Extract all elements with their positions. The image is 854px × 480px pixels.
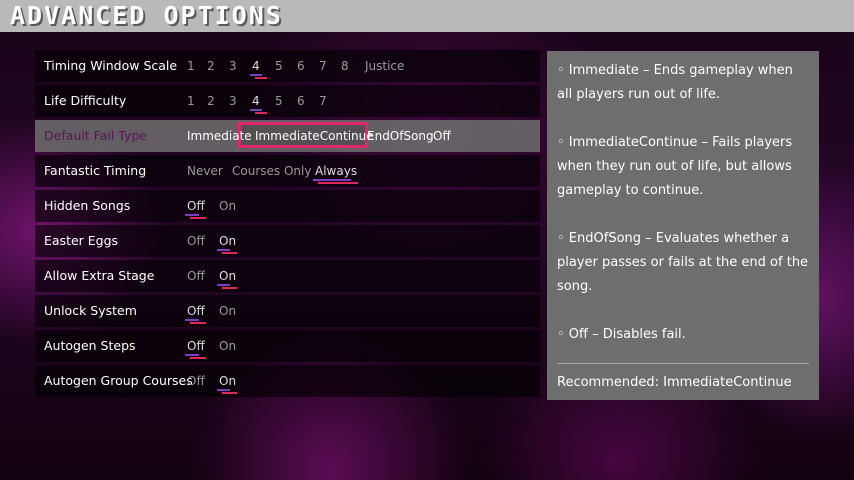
player2-selection-underline [190,357,206,359]
description-paragraph: ◦ Off – Disables fail. [557,327,686,342]
option-choice[interactable]: 5 [275,50,283,82]
option-choice[interactable]: Off [187,365,205,397]
player1-selection-underline [217,389,231,391]
option-label: Default Fail Type [44,128,147,143]
option-choice[interactable]: Off [187,225,205,257]
header-bar: ADVANCED OPTIONS [0,0,854,32]
option-choice[interactable]: 1 [187,85,195,117]
option-label: Autogen Steps [44,338,136,353]
option-choice[interactable]: Never [187,155,223,187]
player1-selection-underline [313,179,352,181]
option-choice[interactable]: Justice [365,50,404,82]
player1-selection-underline [185,319,199,321]
option-label: Timing Window Scale [44,58,178,73]
options-list: Timing Window Scale 1 2 3 4 5 6 7 8 Justice Life D… [35,50,540,400]
option-row-autogen-steps[interactable]: Autogen Steps Off On [35,330,540,362]
description-paragraph: ◦ EndOfSong – Evaluates whether a player… [557,231,809,294]
option-choice[interactable]: On [219,190,236,222]
option-choice[interactable]: ImmediateContinue [255,120,374,152]
description-panel: ◦ Immediate – Ends gameplay when all pla… [547,51,819,400]
player2-selection-underline [222,287,238,289]
player1-selection-underline [185,214,199,216]
player1-selection-underline [250,74,262,76]
screen-title: ADVANCED OPTIONS [10,1,283,30]
player1-selection-underline [217,249,231,251]
player2-selection-underline [190,322,206,324]
player1-selection-underline [217,284,231,286]
option-row-hidden-songs[interactable]: Hidden Songs Off On [35,190,540,222]
option-choice[interactable]: 7 [319,50,327,82]
description-text: ◦ Immediate – Ends gameplay when all pla… [557,59,809,347]
option-choice[interactable]: 6 [297,50,305,82]
option-label: Hidden Songs [44,198,131,213]
player1-selection-underline [185,354,199,356]
option-choice[interactable]: Immediate [187,120,252,152]
player1-selection-underline [250,109,262,111]
player2-selection-underline [255,77,267,79]
option-row-allow-extra-stage[interactable]: Allow Extra Stage Off On [35,260,540,292]
option-choice[interactable]: Off [187,260,205,292]
option-choice[interactable]: 2 [207,50,215,82]
option-row-default-fail-type[interactable]: Default Fail Type Immediate ImmediateConti… [35,120,540,152]
option-choice[interactable]: On [219,330,236,362]
player2-selection-underline [190,217,206,219]
option-choice[interactable]: 8 [341,50,349,82]
option-label: Unlock System [44,303,137,318]
description-paragraph: ◦ Immediate – Ends gameplay when all pla… [557,63,793,102]
player2-selection-underline [318,182,359,184]
option-choice[interactable]: 6 [297,85,305,117]
option-label: Easter Eggs [44,233,119,248]
option-label: Fantastic Timing [44,163,147,178]
recommended-text: Recommended: ImmediateContinue [557,375,792,390]
option-choice[interactable]: Off [433,120,451,152]
option-choice[interactable]: Courses Only [232,155,311,187]
player2-selection-underline [222,252,238,254]
option-row-life-difficulty[interactable]: Life Difficulty 1 2 3 4 5 6 7 [35,85,540,117]
option-label: Autogen Group Courses [44,373,193,388]
option-row-timing-window-scale[interactable]: Timing Window Scale 1 2 3 4 5 6 7 8 Justice [35,50,540,82]
player2-selection-underline [222,392,238,394]
option-choice[interactable]: 5 [275,85,283,117]
option-choice[interactable]: 3 [229,50,237,82]
option-label: Allow Extra Stage [44,268,155,283]
option-row-fantastic-timing[interactable]: Fantastic Timing Never Courses Only Always [35,155,540,187]
option-row-unlock-system[interactable]: Unlock System Off On [35,295,540,327]
description-paragraph: ◦ ImmediateContinue – Fails players when… [557,135,793,198]
option-choice[interactable]: On [219,295,236,327]
option-choice[interactable]: 3 [229,85,237,117]
option-choice[interactable]: EndOfSong [367,120,434,152]
option-choice[interactable]: 2 [207,85,215,117]
player2-selection-underline [255,112,267,114]
description-divider [557,363,809,364]
option-row-autogen-group-courses[interactable]: Autogen Group Courses Off On [35,365,540,397]
option-label: Life Difficulty [44,93,127,108]
option-choice[interactable]: 1 [187,50,195,82]
option-choice[interactable]: 7 [319,85,327,117]
option-row-easter-eggs[interactable]: Easter Eggs Off On [35,225,540,257]
